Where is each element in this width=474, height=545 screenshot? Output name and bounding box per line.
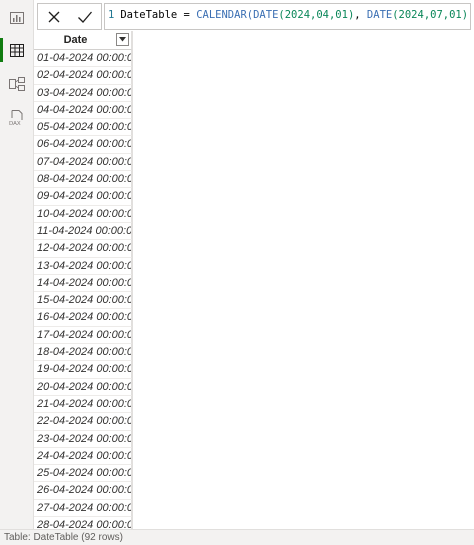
model-view-button[interactable] (0, 70, 33, 98)
table-row[interactable]: 23-04-2024 00:00:00 (34, 430, 132, 448)
table-row[interactable]: 25-04-2024 00:00:00 (34, 465, 132, 483)
table-row[interactable]: 05-04-2024 00:00:00 (34, 119, 132, 137)
cancel-formula-button[interactable] (42, 6, 66, 28)
dax-query-view-icon: DAX (9, 110, 25, 126)
formula-bar: 1 DateTable = CALENDAR(DATE(2024,04,01), … (34, 0, 474, 31)
table-row[interactable]: 04-04-2024 00:00:00 (34, 101, 132, 120)
column-header-date[interactable]: Date (34, 31, 132, 50)
commit-formula-button[interactable] (73, 6, 97, 28)
data-grid: Date 01-04-2024 00:00:00 02-04-2024 00:00… (34, 31, 133, 529)
status-text: Table: DateTable (92 rows) (4, 532, 123, 543)
table-row[interactable]: 08-04-2024 00:00:00 (34, 171, 132, 189)
chevron-down-icon (119, 37, 126, 42)
table-view-icon (9, 43, 24, 57)
table-row[interactable]: 24-04-2024 00:00:00 (34, 447, 132, 466)
table-row[interactable]: 01-04-2024 00:00:00 (34, 50, 132, 68)
formula-args-start: (2024,04,01) (278, 9, 355, 21)
formula-args-end: (2024,07,01) (392, 9, 469, 21)
formula-commit-buttons (37, 3, 102, 30)
table-row[interactable]: 02-04-2024 00:00:00 (34, 67, 132, 85)
table-row[interactable]: 26-04-2024 00:00:00 (34, 482, 132, 500)
report-view-button[interactable] (0, 4, 33, 32)
table-row[interactable]: 20-04-2024 00:00:00 (34, 378, 132, 396)
status-bar: Table: DateTable (92 rows) (0, 529, 474, 545)
line-number: 1 (108, 9, 115, 21)
formula-table-name: DateTable (120, 9, 178, 21)
report-view-icon (9, 12, 24, 24)
column-filter-button[interactable] (116, 33, 129, 46)
table-row[interactable]: 14-04-2024 00:00:00 (34, 274, 132, 293)
formula-paren-close: ) (468, 9, 470, 21)
table-row[interactable]: 03-04-2024 00:00:00 (34, 84, 132, 102)
model-view-icon (8, 77, 25, 91)
table-row[interactable]: 09-04-2024 00:00:00 (34, 188, 132, 206)
table-row[interactable]: 18-04-2024 00:00:00 (34, 344, 132, 362)
formula-equals: = (177, 9, 197, 21)
close-icon (48, 11, 60, 22)
table-row[interactable]: 10-04-2024 00:00:00 (34, 205, 132, 223)
table-row[interactable]: 19-04-2024 00:00:00 (34, 361, 132, 379)
table-row[interactable]: 07-04-2024 00:00:00 (34, 153, 132, 172)
checkmark-icon (78, 11, 93, 23)
table-row[interactable]: 11-04-2024 00:00:00 (34, 222, 132, 241)
svg-text:DAX: DAX (9, 121, 21, 126)
table-row[interactable]: 12-04-2024 00:00:00 (34, 240, 132, 258)
table-row[interactable]: 06-04-2024 00:00:00 (34, 136, 132, 154)
table-row[interactable]: 27-04-2024 00:00:00 (34, 499, 132, 518)
table-view-button[interactable] (0, 36, 33, 64)
column-header-label: Date (63, 34, 88, 46)
table-row[interactable]: 16-04-2024 00:00:00 (34, 309, 132, 327)
formula-fn-date-start: DATE (253, 9, 279, 21)
table-body: 01-04-2024 00:00:00 02-04-2024 00:00:00 03… (34, 50, 132, 529)
formula-editor[interactable]: 1 DateTable = CALENDAR(DATE(2024,04,01), … (104, 3, 471, 30)
formula-fn-calendar: CALENDAR (196, 9, 247, 21)
power-bi-table-view: DAX 1 DateTable = CALENDAR(DATE(2024,04,0… (0, 0, 474, 545)
table-row[interactable]: 17-04-2024 00:00:00 (34, 326, 132, 345)
table-row[interactable]: 22-04-2024 00:00:00 (34, 413, 132, 431)
view-rail: DAX (0, 0, 34, 529)
formula-separator: , (354, 9, 367, 21)
formula-fn-date-end: DATE (366, 9, 393, 21)
table-row[interactable]: 28-04-2024 00:00:00 (34, 517, 132, 529)
dax-query-view-button[interactable]: DAX (0, 104, 33, 132)
table-row[interactable]: 21-04-2024 00:00:00 (34, 395, 132, 414)
table-row[interactable]: 15-04-2024 00:00:00 (34, 292, 132, 310)
table-row[interactable]: 13-04-2024 00:00:00 (34, 257, 132, 275)
